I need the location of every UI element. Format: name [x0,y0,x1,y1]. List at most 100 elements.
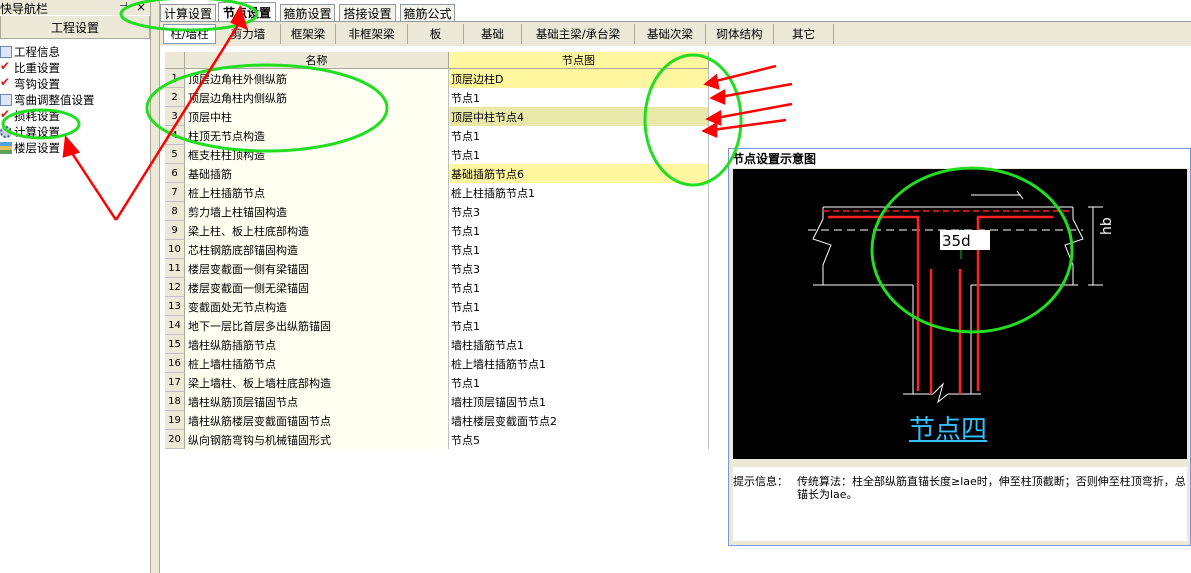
subtab-slab[interactable]: 板 [408,24,464,44]
subtab-foundation-main-beam[interactable]: 基础主梁/承台梁 [522,24,635,44]
row-number: 9 [165,221,185,240]
tab-calc-settings[interactable]: 计算设置 [160,4,216,21]
tree-item-hook[interactable]: 弯钩设置 [0,75,60,92]
tab-stirrup-formula[interactable]: 箍筋公式 [400,4,455,21]
tab-lap-settings[interactable]: 搭接设置 [339,4,396,21]
row-node-value[interactable]: 节点1 [449,316,709,335]
navigation-panel: 快导航栏 ⊣ × 工程设置 工程信息 比重设置 弯钩设置 弯曲调整值设置 损耗设… [0,0,150,573]
tab-node-settings[interactable]: 节点设置 [218,2,276,22]
check-icon [0,75,12,90]
row-number: 19 [165,411,185,430]
row-node-value[interactable]: 节点1 [449,221,709,240]
table-row[interactable]: 2 顶层边角柱内侧纵筋 节点1 [165,88,709,107]
node-column-header[interactable]: 节点图 [449,52,709,69]
table-row[interactable]: 1 顶层边角柱外侧纵筋 顶层边柱D [165,69,709,88]
row-node-value[interactable]: 顶层中柱节点4 [449,107,709,126]
subtab-column[interactable]: 柱/墙柱 [163,24,216,44]
tree-item-bend-adjust[interactable]: 弯曲调整值设置 [0,92,95,108]
row-name: 梁上柱、板上柱底部构造 [185,221,449,240]
row-node-value[interactable]: 节点3 [449,259,709,278]
row-number: 15 [165,335,185,354]
tree-item-label: 比重设置 [14,61,60,75]
row-number: 4 [165,126,185,145]
subtab-frame-beam[interactable]: 框架梁 [281,24,336,44]
table-row[interactable]: 10 芯柱钢筋底部锚固构造 节点1 [165,240,709,259]
tree-item-label: 工程信息 [14,45,60,59]
row-node-value[interactable]: 节点1 [449,240,709,259]
table-row[interactable]: 5 框支柱柱顶构造 节点1 [165,145,709,164]
table-row[interactable]: 16 桩上墙柱插筋节点 桩上墙柱插筋节点1 [165,354,709,373]
table-row[interactable]: 7 桩上柱插筋节点 桩上柱插筋节点1 [165,183,709,202]
row-node-value[interactable]: 节点1 [449,297,709,316]
table-row[interactable]: 20 纵向钢筋弯钩与机械锚固形式 节点5 [165,430,709,449]
row-name: 墙柱纵筋顶层锚固节点 [185,392,449,411]
row-node-value[interactable]: 墙柱插筋节点1 [449,335,709,354]
table-row[interactable]: 9 梁上柱、板上柱底部构造 节点1 [165,221,709,240]
row-node-value[interactable]: 节点1 [449,373,709,392]
table-row[interactable]: 6 基础插筋 基础插筋节点6 [165,164,709,183]
row-node-value[interactable]: 节点1 [449,145,709,164]
pin-icon[interactable]: ⊣ [119,1,128,12]
row-name: 柱顶无节点构造 [185,126,449,145]
row-node-value[interactable]: 节点1 [449,126,709,145]
row-node-value[interactable]: 墙柱楼层变截面节点2 [449,411,709,430]
row-node-value[interactable]: 桩上墙柱插筋节点1 [449,354,709,373]
row-number: 11 [165,259,185,278]
tree-item-calc-settings[interactable]: 计算设置 [0,124,60,140]
name-column-header[interactable]: 名称 [185,52,449,69]
row-number: 12 [165,278,185,297]
row-node-value[interactable]: 顶层边柱D [449,69,709,88]
tree-item-loss[interactable]: 损耗设置 [0,107,60,124]
row-name: 桩上柱插筋节点 [185,183,449,202]
row-number: 20 [165,430,185,449]
row-node-value[interactable]: 节点1 [449,88,709,107]
row-number: 1 [165,69,185,88]
row-name: 墙柱纵筋楼层变截面锚固节点 [185,411,449,430]
annotation-arrow [715,102,793,120]
table-row[interactable]: 11 楼层变截面一侧有梁锚固 节点3 [165,259,709,278]
nav-section-header[interactable]: 工程设置 [0,16,150,39]
row-number: 18 [165,392,185,411]
panel-splitter[interactable] [150,0,160,573]
hint-label: 提示信息： [733,475,788,488]
row-number: 14 [165,316,185,335]
annotation-arrow [711,64,777,84]
row-node-value[interactable]: 节点5 [449,430,709,449]
subtab-shear-wall[interactable]: 剪力墙 [216,24,281,44]
hb-label: hb [1099,217,1115,235]
row-number: 5 [165,145,185,164]
subtab-masonry[interactable]: 砌体结构 [706,24,774,44]
table-row[interactable]: 13 变截面处无节点构造 节点1 [165,297,709,316]
tab-stirrup-settings[interactable]: 箍筋设置 [280,4,335,21]
row-node-value[interactable]: 节点3 [449,202,709,221]
table-row[interactable]: 14 地下一层比首层多出纵筋锚固 节点1 [165,316,709,335]
annotation-arrow [711,118,787,132]
row-number: 6 [165,164,185,183]
tree-item-label: 弯曲调整值设置 [14,93,95,107]
table-row[interactable]: 3 顶层中柱 顶层中柱节点4 [165,107,709,126]
table-row[interactable]: 17 梁上墙柱、板上墙柱底部构造 节点1 [165,373,709,392]
hint-text: 传统算法：柱全部纵筋直锚长度≥lae时，伸至柱顶截断；否则伸至柱顶弯折，总锚长为… [797,475,1186,501]
subtab-nonframe-beam[interactable]: 非框架梁 [336,24,408,44]
table-row[interactable]: 4 柱顶无节点构造 节点1 [165,126,709,145]
table-row[interactable]: 18 墙柱纵筋顶层锚固节点 墙柱顶层锚固节点1 [165,392,709,411]
row-node-value[interactable]: 基础插筋节点6 [449,164,709,183]
subtab-foundation[interactable]: 基础 [464,24,522,44]
table-row[interactable]: 8 剪力墙上柱锚固构造 节点3 [165,202,709,221]
tree-item-weight[interactable]: 比重设置 [0,59,60,76]
subtab-foundation-secondary-beam[interactable]: 基础次梁 [635,24,706,44]
close-icon[interactable]: × [136,0,146,14]
subtab-other[interactable]: 其它 [774,24,834,44]
table-row[interactable]: 19 墙柱纵筋楼层变截面锚固节点 墙柱楼层变截面节点2 [165,411,709,430]
table-row[interactable]: 15 墙柱纵筋插筋节点 墙柱插筋节点1 [165,335,709,354]
nav-title-bar: 快导航栏 ⊣ × [0,0,150,16]
row-name: 顶层边角柱外侧纵筋 [185,69,449,88]
row-number: 8 [165,202,185,221]
tree-item-floor[interactable]: 楼层设置 [0,140,60,156]
table-row[interactable]: 12 楼层变截面一侧无梁锚固 节点1 [165,278,709,297]
row-node-value[interactable]: 桩上柱插筋节点1 [449,183,709,202]
dimension-label[interactable]: 35d [942,232,971,250]
row-node-value[interactable]: 墙柱顶层锚固节点1 [449,392,709,411]
tree-item-project-info[interactable]: 工程信息 [0,44,60,60]
row-node-value[interactable]: 节点1 [449,278,709,297]
